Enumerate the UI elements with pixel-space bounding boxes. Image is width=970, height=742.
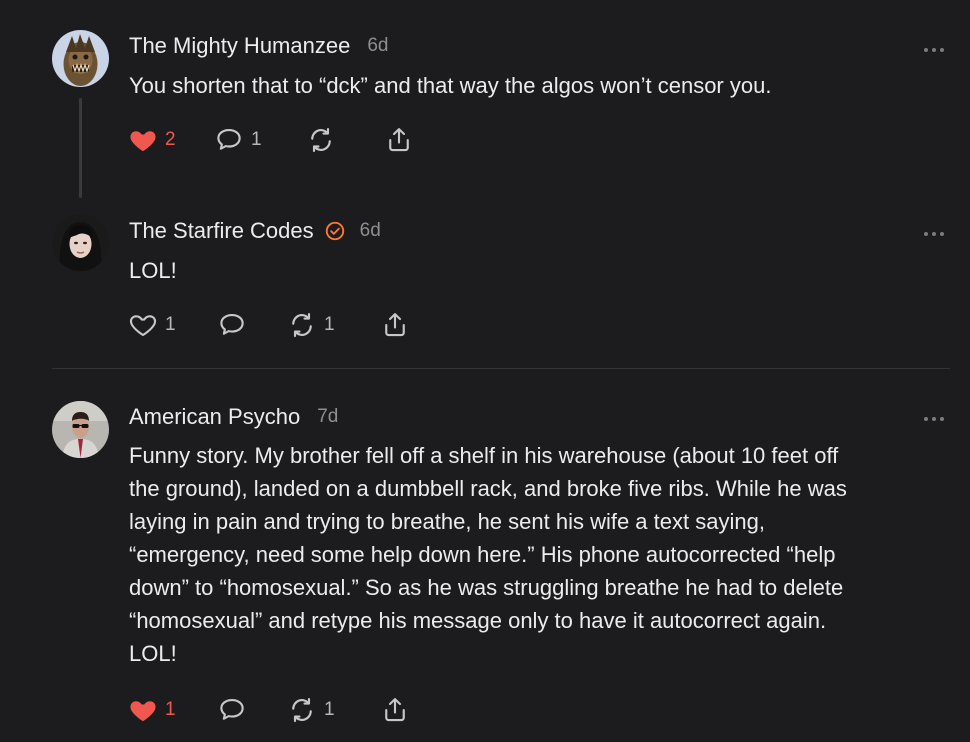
reply-count: 1	[251, 129, 262, 150]
verified-badge-icon	[324, 220, 346, 242]
post-text: LOL!	[129, 258, 177, 283]
repost-count: 1	[324, 314, 335, 335]
repost-button[interactable]: 1	[287, 695, 335, 725]
comment-icon	[220, 313, 244, 335]
avatar[interactable]	[52, 401, 109, 458]
author-name[interactable]: The Starfire Codes	[129, 218, 314, 244]
divider	[52, 368, 950, 369]
post-header: The Starfire Codes 6d	[129, 218, 381, 244]
reply-button[interactable]	[217, 695, 247, 725]
like-button[interactable]: 2	[128, 125, 176, 155]
post-header: American Psycho 7d	[129, 404, 338, 430]
comment-icon	[220, 698, 244, 720]
heart-filled-icon	[130, 131, 156, 152]
post-text: Funny story. My brother fell off a shelf…	[129, 439, 934, 670]
repost-button[interactable]	[306, 125, 336, 155]
repost-count: 1	[324, 699, 335, 720]
post-text-line: Funny story. My brother fell off a shelf…	[129, 443, 839, 468]
author-name[interactable]: The Mighty Humanzee	[129, 33, 350, 59]
comment-icon	[217, 128, 241, 150]
share-icon	[389, 128, 409, 152]
like-button[interactable]: 1	[128, 695, 176, 725]
post-text-line: LOL!	[129, 641, 177, 666]
timestamp[interactable]: 6d	[360, 220, 381, 242]
timestamp[interactable]: 7d	[317, 406, 338, 428]
heart-filled-icon	[130, 701, 156, 722]
share-button[interactable]	[384, 125, 414, 155]
like-count: 1	[165, 314, 176, 335]
repost-icon	[311, 127, 331, 153]
author-name[interactable]: American Psycho	[129, 404, 300, 430]
more-icon[interactable]	[922, 411, 946, 421]
post-header: The Mighty Humanzee 6d	[129, 33, 388, 59]
post-text-line: “homosexual” and retype his message only…	[129, 608, 827, 633]
more-icon[interactable]	[922, 226, 946, 236]
post-text-line: the ground), landed on a dumbbell rack, …	[129, 476, 847, 501]
share-button[interactable]	[380, 695, 410, 725]
post-text-line: “emergency, need some help down here.” H…	[129, 542, 836, 567]
timestamp[interactable]: 6d	[367, 35, 388, 57]
share-button[interactable]	[380, 310, 410, 340]
like-button[interactable]: 1	[128, 310, 176, 340]
repost-button[interactable]: 1	[287, 310, 335, 340]
repost-icon	[292, 312, 312, 338]
repost-icon	[292, 697, 312, 723]
post-text-line: down” to “homosexual.” So as he was stru…	[129, 575, 844, 600]
reply-button[interactable]: 1	[214, 125, 262, 155]
post-text: You shorten that to “dck” and that way t…	[129, 73, 772, 98]
share-icon	[385, 313, 405, 337]
thread-line	[79, 98, 82, 198]
like-count: 2	[165, 129, 176, 150]
heart-outline-icon	[129, 315, 157, 337]
avatar[interactable]	[52, 214, 109, 271]
post-text-line: laying in pain and trying to breathe, he…	[129, 509, 765, 534]
more-icon[interactable]	[922, 42, 946, 52]
like-count: 1	[165, 699, 176, 720]
share-icon	[385, 698, 405, 722]
reply-button[interactable]	[217, 310, 247, 340]
avatar[interactable]	[52, 30, 109, 87]
